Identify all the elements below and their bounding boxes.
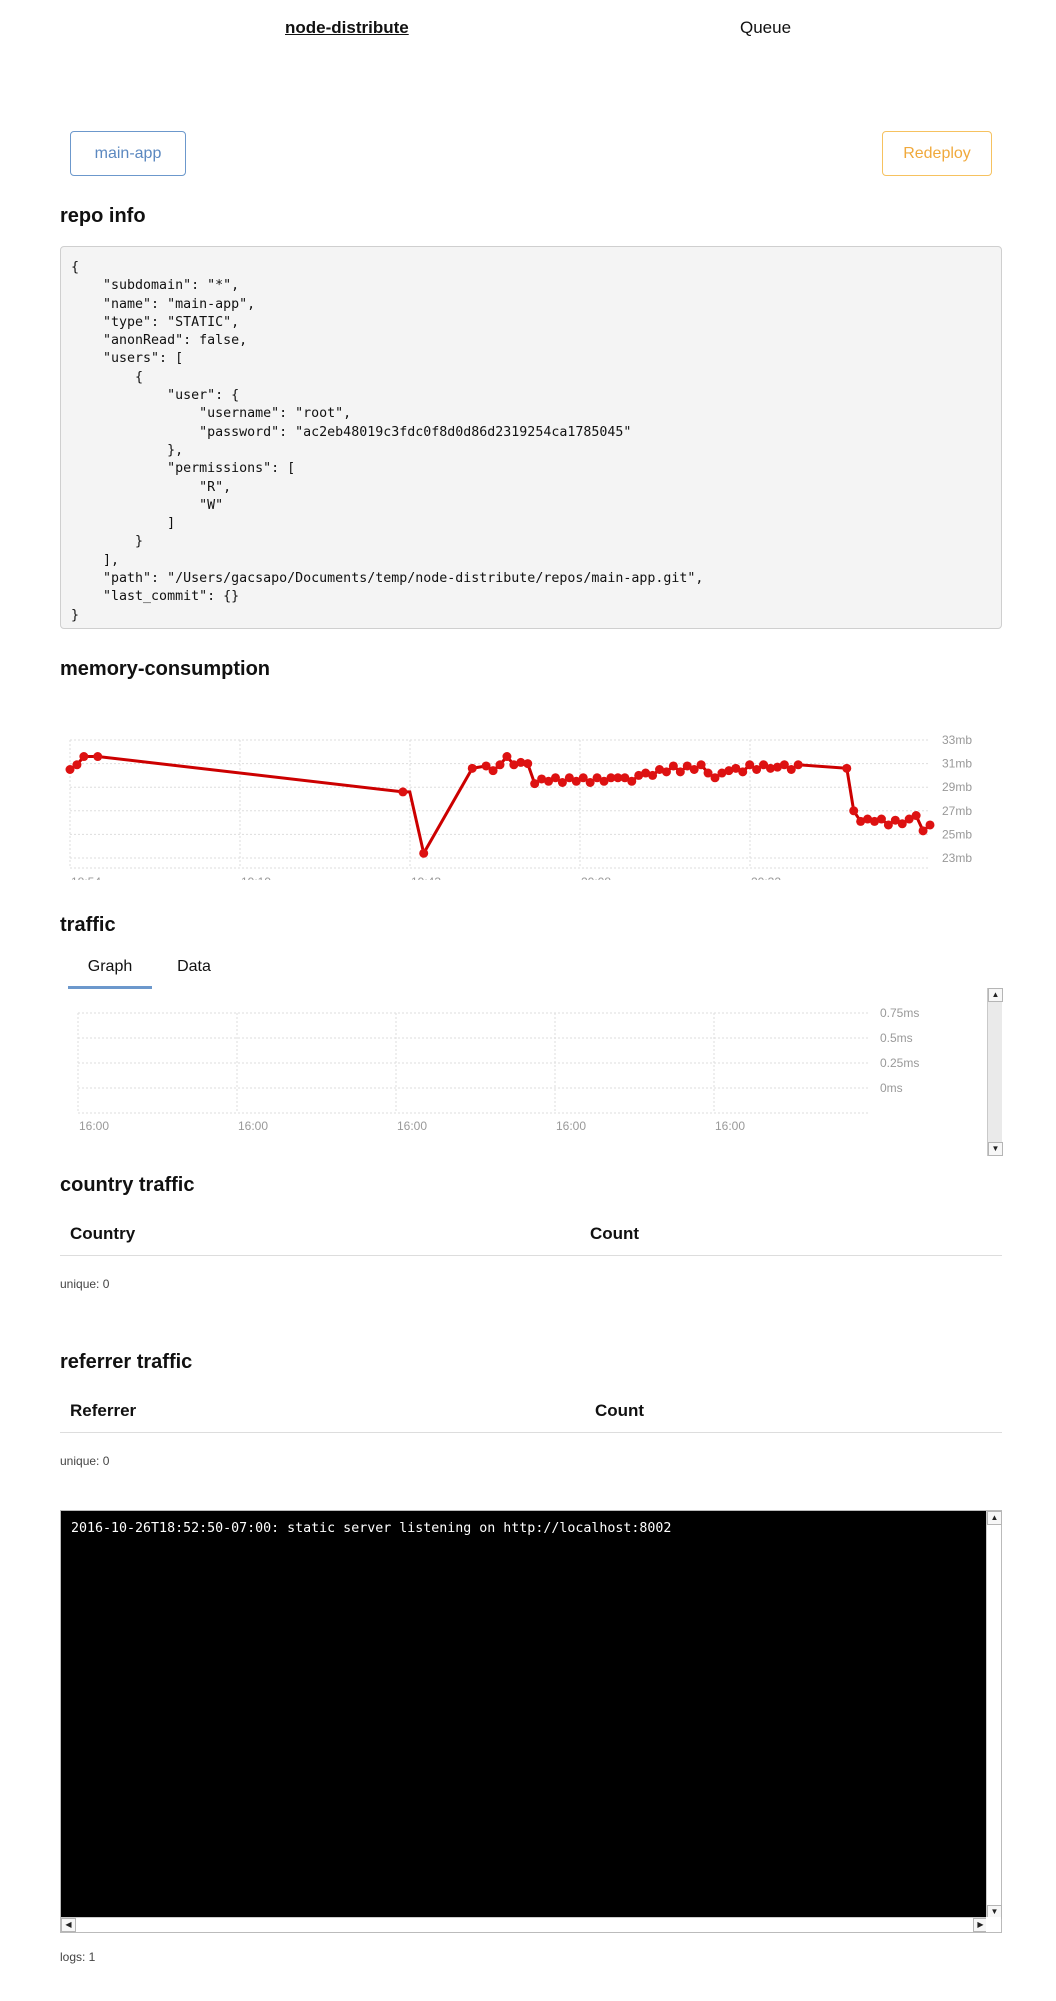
y-tick-label: 0.75ms [880,1006,919,1020]
log-console[interactable]: 2016-10-26T18:52:50-07:00: static server… [60,1510,1002,1933]
repo-info-json: { "subdomain": "*", "name": "main-app", … [71,260,704,623]
country-table-header: Country Count [60,1212,1002,1256]
memory-data-point [495,760,505,770]
col-country[interactable]: Country [70,1224,135,1244]
y-tick-label: 29mb [942,780,972,794]
y-tick-label: 33mb [942,733,972,747]
traffic-heading: traffic [60,914,116,936]
tab-graph[interactable]: Graph [68,958,152,989]
memory-data-point [502,752,512,762]
memory-data-point [793,760,803,770]
logs-count: logs: 1 [60,1950,96,1964]
console-vertical-scrollbar[interactable]: ▲ ▼ [986,1511,1002,1919]
country-traffic-heading: country traffic [60,1174,195,1196]
col-referrer[interactable]: Referrer [70,1401,136,1421]
memory-data-point [668,761,678,771]
memory-data-point [467,763,477,773]
scroll-left-icon[interactable]: ◀ [61,1918,76,1932]
x-tick-label: 16:00 [556,1119,586,1133]
x-tick-label: 18:54 [71,875,101,880]
redeploy-button[interactable]: Redeploy [882,131,992,176]
memory-data-point [675,767,685,777]
queue-link[interactable]: Queue [740,18,791,38]
y-tick-label: 0.5ms [880,1031,913,1045]
repo-info-box: { "subdomain": "*", "name": "main-app", … [60,246,1002,629]
x-tick-label: 20:32 [751,875,781,880]
memory-chart-svg: 23mb 25mb 27mb 29mb 31mb 33mb 18:54 19:19 19:43 2… [65,733,972,889]
scroll-up-icon[interactable]: ▲ [987,1511,1002,1525]
scroll-corner [986,1917,1001,1932]
y-tick-label: 0ms [880,1081,903,1095]
referrer-table-header: Referrer Count [60,1389,1002,1433]
memory-data-point [925,820,935,830]
x-tick-label: 16:00 [715,1119,745,1133]
memory-data-point [79,752,89,762]
scroll-up-icon[interactable]: ▲ [988,988,1003,1002]
memory-data-point [911,811,921,821]
referrer-traffic-heading: referrer traffic [60,1351,193,1373]
memory-data-point [648,770,658,780]
x-tick-label: 16:00 [397,1119,427,1133]
memory-data-point [627,776,637,786]
x-tick-label: 20:08 [581,875,611,880]
memory-data-point [876,814,886,824]
memory-chart: 23mb 25mb 27mb 29mb 31mb 33mb 18:54 19:19 19:43 2… [60,730,1000,889]
memory-series-line [69,754,931,858]
y-tick-label: 23mb [942,851,972,865]
memory-data-point [523,759,533,769]
x-tick-label: 16:00 [79,1119,109,1133]
referrer-unique-count: unique: 0 [60,1454,110,1468]
memory-data-point [398,787,408,797]
traffic-scrollbar[interactable]: ▲ ▼ [987,988,1003,1156]
memory-data-point [419,848,429,858]
memory-data-point [849,806,859,816]
top-nav: node-distribute Queue [0,0,1056,58]
col-count[interactable]: Count [590,1224,639,1244]
memory-data-point [488,766,498,776]
scroll-down-icon[interactable]: ▼ [988,1142,1003,1156]
x-tick-label: 16:00 [238,1119,268,1133]
tab-data[interactable]: Data [164,958,224,988]
y-tick-label: 25mb [942,827,972,841]
memory-heading: memory-consumption [60,658,271,680]
brand-link[interactable]: node-distribute [285,18,409,38]
y-tick-label: 31mb [942,757,972,771]
x-tick-label: 19:19 [241,875,271,880]
log-line: 2016-10-26T18:52:50-07:00: static server… [71,1521,672,1536]
memory-data-point [842,763,852,773]
repo-info-heading: repo info [60,205,146,227]
memory-data-point [738,767,748,777]
x-tick-label: 19:43 [411,875,441,880]
country-unique-count: unique: 0 [60,1277,110,1291]
memory-data-point [696,760,706,770]
memory-data-point [72,760,82,770]
y-tick-label: 0.25ms [880,1056,919,1070]
col-count[interactable]: Count [595,1401,644,1421]
memory-data-point [93,752,103,762]
y-tick-label: 27mb [942,804,972,818]
traffic-graph-panel: 0ms 0.25ms 0.5ms 0.75ms 16:00 16:00 16:00 16:00… [60,988,1003,1156]
memory-data-point [918,826,928,836]
console-horizontal-scrollbar[interactable]: ◀ ▶ [61,1917,988,1932]
memory-data-point [661,767,671,777]
app-button[interactable]: main-app [70,131,186,176]
traffic-chart-svg: 0ms 0.25ms 0.5ms 0.75ms 16:00 16:00 16:00 16:00… [77,1006,919,1133]
